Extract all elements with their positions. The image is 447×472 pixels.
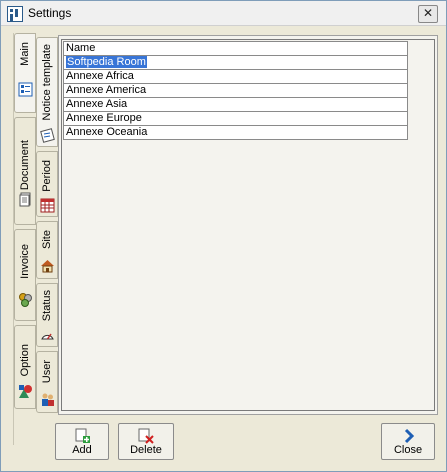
add-button[interactable]: Add xyxy=(55,423,109,460)
close-button[interactable]: Close xyxy=(381,423,435,460)
settings-window: Settings ✕ Main Document Invoice Option … xyxy=(0,0,447,472)
chevron-right-icon xyxy=(404,428,415,444)
table-row[interactable]: Annexe America xyxy=(63,83,408,98)
tab-notice-template-label: Notice template xyxy=(41,44,53,121)
tab-site-label: Site xyxy=(41,230,53,249)
tab-document-label: Document xyxy=(19,140,31,191)
tab-invoice[interactable]: Invoice xyxy=(14,229,36,321)
grid-cell[interactable]: Annexe Africa xyxy=(63,69,408,84)
tab-notice-template[interactable]: Notice template xyxy=(36,37,58,147)
table-row[interactable]: Annexe Asia xyxy=(63,97,408,112)
tab-period[interactable]: Period xyxy=(36,151,58,217)
tab-user[interactable]: User xyxy=(36,351,58,413)
house-icon xyxy=(41,260,54,273)
tab-user-label: User xyxy=(41,360,53,384)
tab-document[interactable]: Document xyxy=(14,117,36,225)
option-shapes-icon xyxy=(19,385,32,398)
tab-status[interactable]: Status xyxy=(36,283,58,347)
main-list-icon xyxy=(18,82,33,97)
invoice-coins-icon xyxy=(19,293,32,307)
window-title: Settings xyxy=(28,6,72,20)
grid-cell[interactable]: Annexe Oceania xyxy=(63,125,408,140)
users-icon xyxy=(42,393,54,406)
delete-button-label: Delete xyxy=(130,444,162,456)
tab-main[interactable]: Main xyxy=(14,33,36,113)
grid-cell[interactable]: Annexe America xyxy=(63,83,408,98)
close-button-label: Close xyxy=(393,444,423,456)
tab-main-label: Main xyxy=(19,42,31,66)
sites-grid: Name Softpedia Room Annexe Africa Annexe… xyxy=(63,41,408,140)
tab-invoice-label: Invoice xyxy=(19,244,31,279)
table-row[interactable]: Softpedia Room xyxy=(63,55,408,70)
tab-option[interactable]: Option xyxy=(14,325,36,409)
window-close-button[interactable]: ✕ xyxy=(418,5,438,23)
grid-cell[interactable]: Annexe Europe xyxy=(63,111,408,126)
add-button-label: Add xyxy=(72,444,92,456)
table-row[interactable]: Annexe Oceania xyxy=(63,125,408,140)
tab-period-label: Period xyxy=(41,160,53,192)
table-row[interactable]: Annexe Africa xyxy=(63,69,408,84)
title-bar[interactable]: Settings ✕ xyxy=(1,1,446,26)
grid-cell[interactable]: Annexe Asia xyxy=(63,97,408,112)
grid-cell-selected[interactable]: Softpedia Room xyxy=(66,56,147,68)
tab-option-label: Option xyxy=(19,344,31,377)
outer-tab-strip: Main Document Invoice Option xyxy=(13,33,36,445)
delete-icon xyxy=(138,428,154,444)
document-icon xyxy=(19,192,31,207)
notice-template-icon xyxy=(40,128,55,143)
delete-button[interactable]: Delete xyxy=(118,423,174,460)
app-icon xyxy=(7,6,23,22)
tab-site[interactable]: Site xyxy=(36,221,58,279)
table-row[interactable]: Annexe Europe xyxy=(63,111,408,126)
tab-status-label: Status xyxy=(41,290,53,322)
add-icon xyxy=(75,428,90,443)
gauge-icon xyxy=(41,333,54,340)
column-header-name[interactable]: Name xyxy=(63,41,408,56)
calendar-icon xyxy=(40,198,55,213)
inner-tab-strip: Notice template Period Site Status User xyxy=(36,33,58,413)
